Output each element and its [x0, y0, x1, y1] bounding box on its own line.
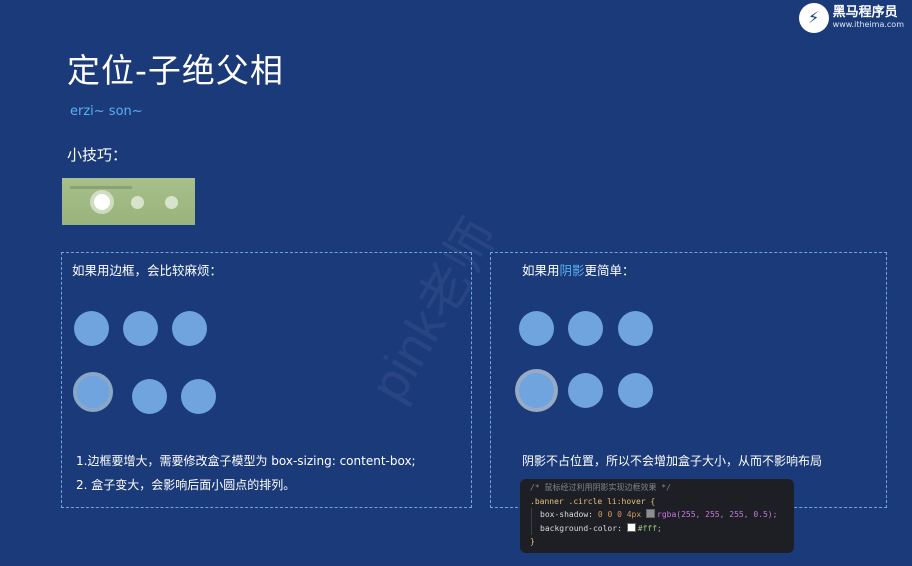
- circle-bordered: [73, 372, 113, 412]
- circle: [172, 311, 207, 346]
- color-swatch: [626, 522, 636, 532]
- banner-strip: [70, 186, 132, 189]
- border-note-2: 2. 盒子变大，会影响后面小圆点的排列。: [76, 478, 296, 492]
- shadow-method-panel: 如果用阴影更简单： 阴影不占位置，所以不会增加盒子大小，从而不影响布局: [490, 252, 887, 508]
- banner-dot: [131, 196, 144, 209]
- color-swatch: [646, 509, 655, 518]
- banner-preview-image: [62, 178, 195, 225]
- circle: [519, 311, 554, 346]
- shadow-note: 阴影不占位置，所以不会增加盒子大小，从而不影响布局: [522, 454, 823, 468]
- border-method-panel: 如果用边框，会比较麻烦： 1.边框要增大，需要修改盒子模型为 box-sizin…: [61, 252, 472, 508]
- horse-logo-icon: ⚡: [798, 3, 829, 33]
- slide-title: 定位-子绝父相: [67, 51, 284, 90]
- banner-dot-active: [94, 194, 110, 210]
- circle: [568, 373, 603, 408]
- border-note-1: 1.边框要增大，需要修改盒子模型为 box-sizing: content-bo…: [76, 454, 416, 468]
- code-comment: /* 鼠标经过利用阴影实现边框效果 */: [530, 483, 671, 492]
- shadow-highlight: 阴影: [559, 263, 585, 278]
- tip-label: 小技巧：: [67, 146, 128, 164]
- slide-subtitle: erzi~ son~: [70, 104, 143, 119]
- css-code-block: /* 鼠标经过利用阴影实现边框效果 */ .banner .circle li:…: [520, 479, 794, 553]
- logo-url: www.itheima.com: [832, 19, 904, 29]
- logo-name: 黑马程序员: [832, 5, 898, 21]
- banner-dot: [165, 196, 178, 209]
- logo-text: 黑马程序员 www.itheima.com: [833, 6, 904, 29]
- circle-shadowed: [519, 373, 554, 408]
- circle: [74, 311, 109, 346]
- code-prop-background: background-color:: [540, 523, 622, 533]
- circle: [618, 311, 653, 346]
- circle: [568, 311, 603, 346]
- circle: [618, 373, 653, 408]
- circle: [132, 379, 167, 414]
- circle: [123, 311, 158, 346]
- border-method-heading: 如果用边框，会比较麻烦：: [72, 263, 223, 278]
- shadow-method-heading: 如果用阴影更简单：: [522, 263, 635, 278]
- code-prop-box-shadow: box-shadow:: [540, 510, 593, 519]
- circle: [181, 379, 216, 414]
- code-selector: .banner .circle li:hover: [530, 496, 646, 506]
- brand-logo: ⚡ 黑马程序员 www.itheima.com: [798, 3, 904, 33]
